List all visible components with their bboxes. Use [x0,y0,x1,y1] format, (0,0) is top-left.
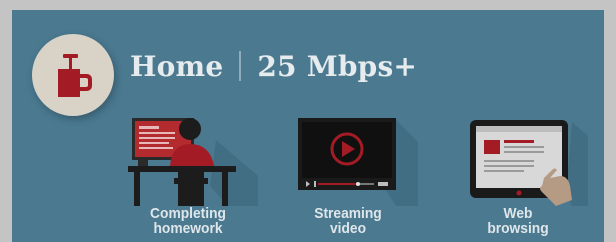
activity-label: Web browsing [454,206,583,236]
activity-browsing: Web browsing [448,116,588,236]
video-player-icon [298,118,418,206]
label-line2: homework [153,220,223,237]
label-line2: browsing [487,220,549,237]
label-line2: video [329,220,367,237]
tablet-browsing-icon [470,120,588,206]
title-divider [239,51,242,81]
page-title: Home 25 Mbps+ [130,44,417,88]
activity-homework: Completing homework [118,116,258,236]
label-line1: Streaming [314,205,382,222]
label-line1: Web [503,205,533,222]
infographic-panel: Home 25 Mbps+ Completing homework Stream… [12,10,604,242]
mug-icon [58,54,92,97]
mug-logo [32,34,114,116]
label-line1: Completing [150,205,226,222]
student-at-computer-icon [128,118,258,206]
title-home: Home [130,49,224,83]
activity-label: Completing homework [124,206,253,236]
activity-label: Streaming video [284,206,413,236]
activity-streaming: Streaming video [278,116,418,236]
title-speed: 25 Mbps+ [257,49,418,83]
